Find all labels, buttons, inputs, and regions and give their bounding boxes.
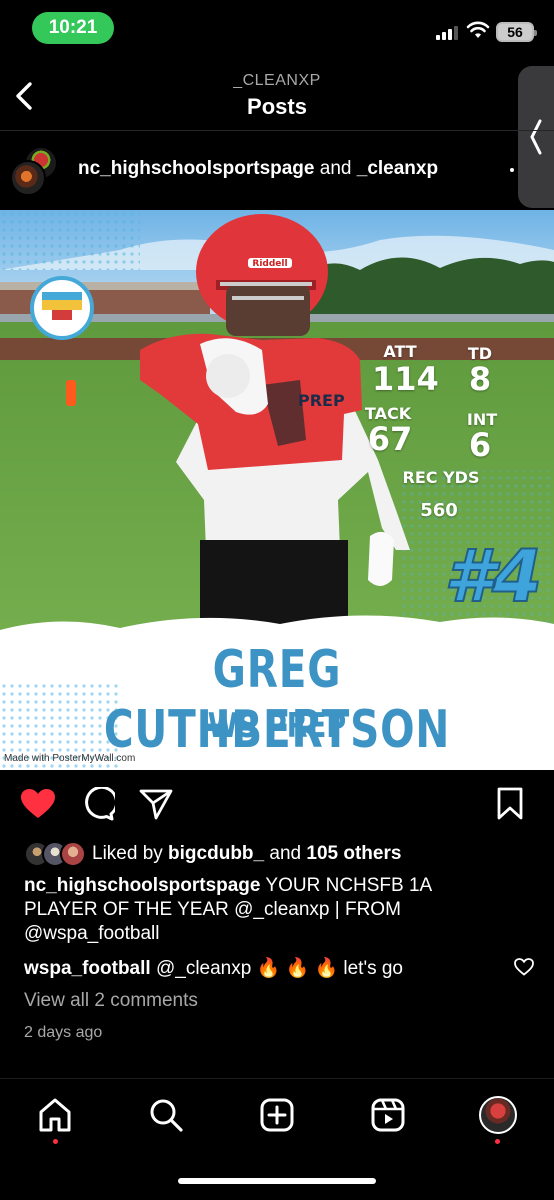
nav-home[interactable] (35, 1095, 75, 1135)
avatar (10, 160, 46, 196)
view-all-comments-link[interactable]: View all 2 comments (24, 990, 198, 1012)
author-link-secondary[interactable]: _cleanxp (357, 158, 438, 179)
bookmark-icon (497, 787, 523, 820)
search-icon (150, 1099, 183, 1132)
speech-bubble-icon (85, 787, 115, 821)
header-username: _CLEANXP (233, 72, 321, 89)
watermark: Made with PosterMyWall.com (4, 753, 136, 764)
nav-reels[interactable] (368, 1095, 408, 1135)
post-author-row: nc_highschoolsportspage and _cleanxp (0, 140, 554, 204)
comment-button[interactable] (78, 784, 118, 824)
comment-text: @_cleanxp 🔥 🔥 🔥 let's go (150, 958, 404, 979)
comment-like-button[interactable] (514, 958, 534, 981)
author-avatars[interactable] (10, 146, 60, 196)
nav-profile[interactable] (478, 1095, 518, 1135)
avatar (479, 1096, 517, 1134)
home-icon (39, 1098, 71, 1132)
heart-outline-icon (514, 958, 534, 976)
likes-others[interactable]: 105 others (306, 843, 401, 864)
comment-preview: wspa_football @_cleanxp 🔥 🔥 🔥 let's go (24, 956, 534, 980)
stat-rec-yds-label: REC YDS (402, 468, 480, 487)
cellular-signal-icon (436, 24, 458, 40)
stat-td-value: 8 (468, 360, 492, 398)
player-team: WS PREP (207, 706, 347, 746)
plus-square-icon (260, 1098, 294, 1132)
jersey-number: #4 (443, 533, 543, 619)
header-divider (0, 130, 554, 131)
save-button[interactable] (490, 784, 530, 824)
stat-att-value: 114 (372, 360, 439, 398)
post-actions (0, 784, 554, 828)
likes-joiner: and (264, 843, 307, 864)
post-timestamp: 2 days ago (24, 1024, 103, 1041)
author-joiner: and (314, 158, 357, 179)
stat-rec-yds-value: 560 (420, 500, 458, 521)
author-link-primary[interactable]: nc_highschoolsportspage (78, 158, 314, 179)
like-button[interactable] (18, 784, 58, 824)
heart-filled-icon (21, 789, 55, 818)
caption-username[interactable]: nc_highschoolsportspage (24, 875, 260, 896)
nav-search[interactable] (146, 1095, 186, 1135)
likes-prefix: Liked by (92, 843, 169, 864)
status-bar: 10:21 56 (0, 0, 554, 62)
nav-create[interactable] (257, 1095, 297, 1135)
home-indicator[interactable] (178, 1178, 376, 1184)
wifi-icon (466, 21, 490, 38)
share-button[interactable] (136, 784, 176, 824)
comment-username[interactable]: wspa_football (24, 958, 151, 979)
stat-tack-value: 67 (367, 420, 413, 458)
home-notification-dot (53, 1139, 58, 1144)
likes-row[interactable]: Liked by bigcdubb_ and 105 others (24, 840, 401, 868)
helmet-brand: Riddell (252, 259, 287, 269)
post-authors: nc_highschoolsportspage and _cleanxp (78, 158, 438, 180)
more-options-icon[interactable] (510, 168, 514, 172)
paper-plane-icon (139, 789, 173, 820)
status-time[interactable]: 10:21 (32, 12, 114, 44)
reels-icon (371, 1098, 405, 1132)
liker-username[interactable]: bigcdubb_ (168, 843, 264, 864)
likes-text: Liked by bigcdubb_ and 105 others (92, 843, 401, 865)
avatar (60, 841, 86, 867)
jersey-text: PREP (298, 391, 345, 410)
post-image[interactable]: Riddell PREP ATT 114 TD 8 TACK 67 INT 6 … (0, 210, 554, 770)
header: _CLEANXP Posts (0, 62, 554, 130)
post-caption: nc_highschoolsportspage YOUR NCHSFB 1A P… (24, 874, 494, 946)
stat-int-value: 6 (468, 426, 492, 464)
stat-att-label: ATT (383, 342, 417, 361)
battery-icon: 56 (496, 22, 537, 42)
page-title: Posts (247, 94, 307, 119)
profile-notification-dot (495, 1139, 500, 1144)
